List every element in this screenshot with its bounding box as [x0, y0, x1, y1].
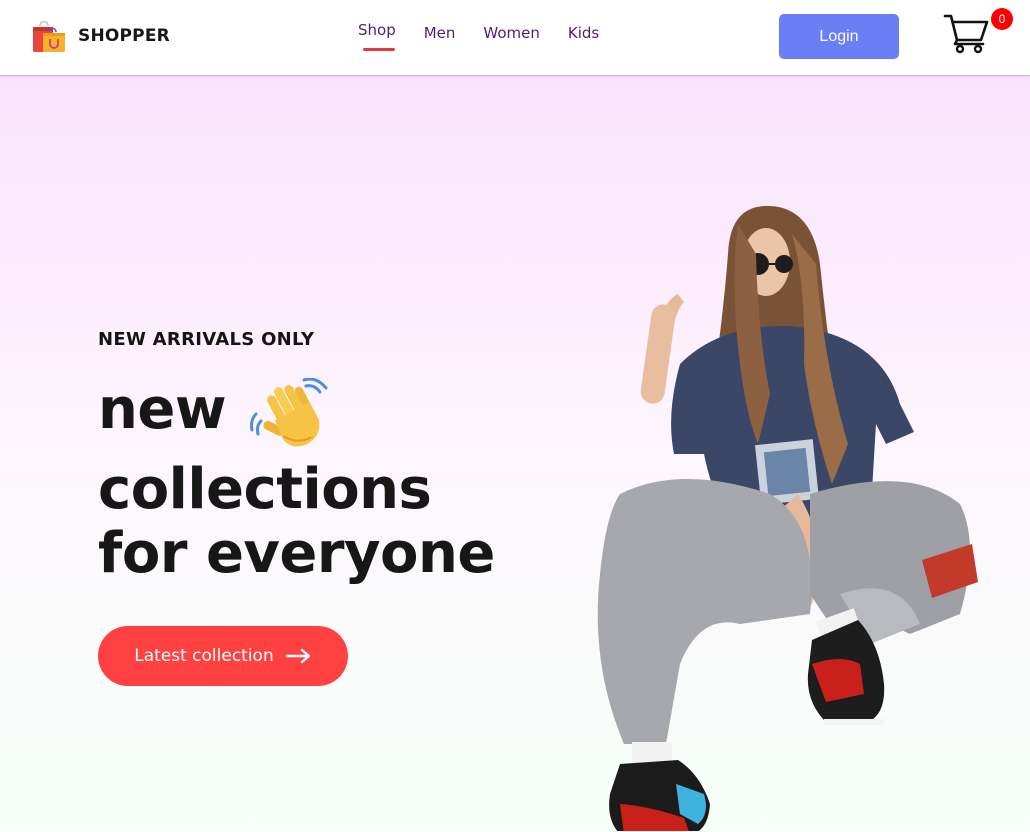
nav-item-kids[interactable]: Kids [568, 24, 599, 42]
nav-menu: Shop Men Women Kids [358, 21, 599, 51]
login-button[interactable]: Login [779, 14, 899, 59]
hero-kicker: NEW ARRIVALS ONLY [98, 329, 315, 350]
cta-label: Latest collection [134, 646, 274, 666]
hero-headline-line-1: new [98, 377, 227, 442]
navbar: SHOPPER Shop Men Women Kids Login 0 [0, 0, 1030, 76]
latest-collection-button[interactable]: Latest collection [98, 626, 348, 686]
cart-count-badge: 0 [991, 8, 1013, 30]
nav-item-women[interactable]: Women [483, 24, 539, 42]
hero-headline-line-2: collections [98, 457, 432, 522]
nav-item-label: Shop [358, 21, 396, 39]
arrow-right-icon [285, 648, 310, 664]
cart-icon [943, 14, 989, 54]
nav-item-shop[interactable]: Shop [358, 21, 396, 51]
nav-item-label: Men [423, 24, 456, 42]
nav-item-label: Women [483, 24, 540, 42]
hero-headline-line-3: for everyone [98, 521, 495, 586]
cart-button[interactable] [943, 12, 991, 54]
active-indicator [363, 48, 395, 51]
nav-item-label: Kids [567, 24, 600, 42]
hero-section: NEW ARRIVALS ONLY new collections for ev… [0, 76, 1030, 832]
brand-name: SHOPPER [78, 26, 170, 46]
nav-item-men[interactable]: Men [424, 24, 456, 42]
waving-hand-icon [250, 378, 328, 447]
brand-logo[interactable]: SHOPPER [30, 18, 170, 54]
hero-model-image [597, 205, 978, 832]
shopping-bags-icon [33, 20, 65, 52]
